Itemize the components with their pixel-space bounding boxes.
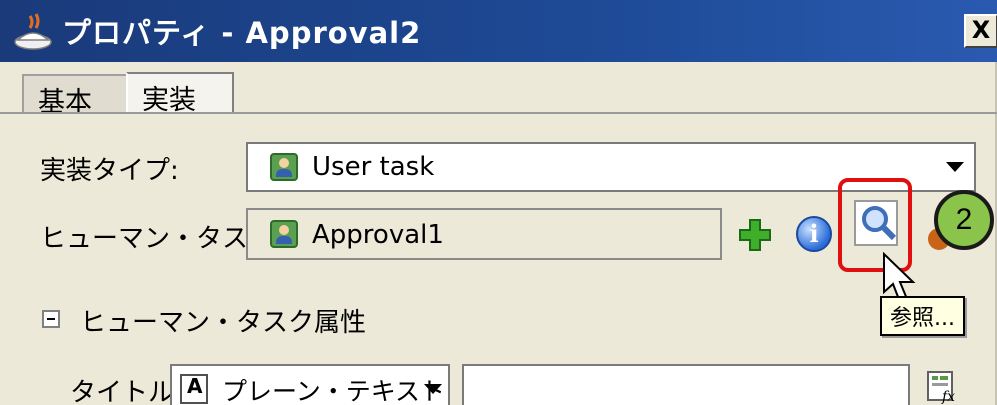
- title-bar[interactable]: プロパティ - Approval2 X: [0, 0, 997, 62]
- window-title: プロパティ - Approval2: [62, 16, 422, 50]
- human-task-value: Approval1: [312, 220, 444, 250]
- user-task-icon: [270, 153, 298, 181]
- title-label: タイトル:: [70, 378, 183, 405]
- search-icon-handle: [881, 225, 897, 241]
- human-task-field[interactable]: Approval1: [246, 208, 722, 260]
- expression-builder-icon[interactable]: fx: [926, 370, 960, 404]
- add-icon[interactable]: [738, 218, 772, 252]
- browse-button[interactable]: [854, 200, 898, 246]
- app-icon: [14, 13, 52, 50]
- text-mode-icon: [180, 374, 208, 404]
- tab-basic[interactable]: 基本: [22, 74, 132, 118]
- user-task-icon: [270, 220, 298, 248]
- properties-dialog: プロパティ - Approval2 X 基本 実装 実装タイプ: User ta…: [0, 0, 997, 405]
- chevron-down-icon[interactable]: [946, 162, 964, 172]
- tab-divider: [0, 112, 997, 114]
- section-header: ヒューマン・タスク属性: [80, 308, 367, 338]
- collapse-icon[interactable]: [42, 310, 60, 328]
- svg-text:fx: fx: [941, 389, 955, 404]
- step-badge: 2: [934, 190, 994, 250]
- browse-tooltip: 参照...: [880, 296, 965, 336]
- title-mode-value: プレーン・テキスト: [222, 377, 446, 405]
- title-input[interactable]: [462, 364, 910, 405]
- title-mode-select[interactable]: プレーン・テキスト: [170, 364, 450, 405]
- info-icon[interactable]: i: [796, 216, 832, 252]
- chevron-down-icon[interactable]: [424, 384, 442, 394]
- close-button[interactable]: X: [964, 14, 997, 48]
- impl-type-label: 実装タイプ:: [40, 156, 179, 186]
- tab-implementation[interactable]: 実装: [126, 72, 234, 116]
- impl-type-value: User task: [312, 152, 435, 182]
